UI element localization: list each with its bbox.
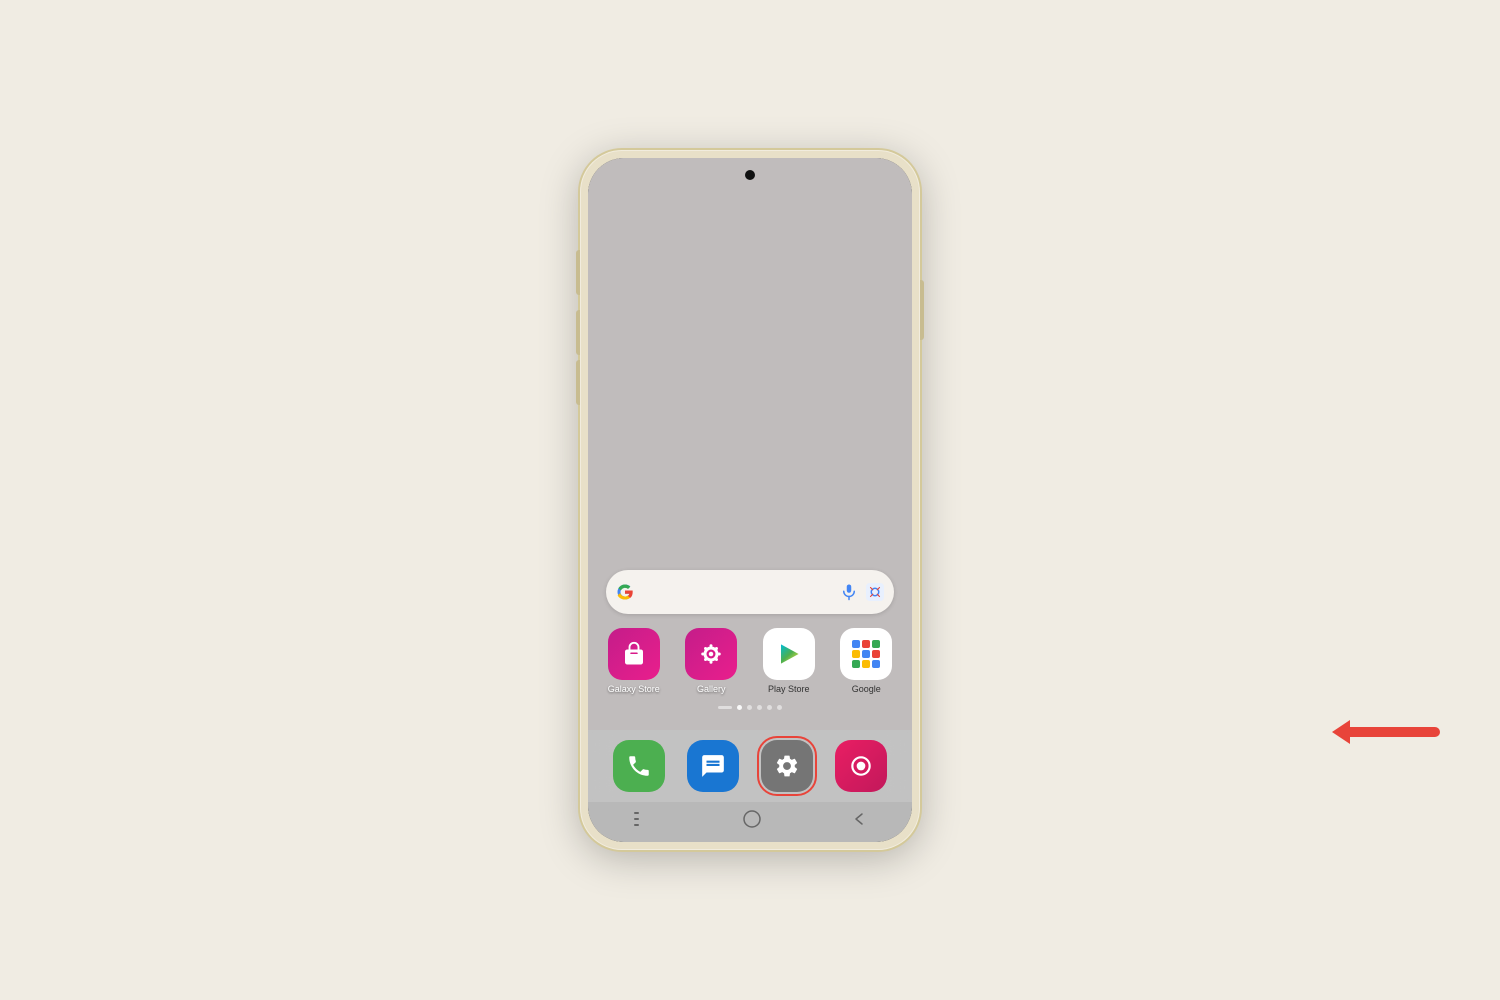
phone-screen: Galaxy Store xyxy=(588,158,912,842)
app-item-gallery[interactable]: Gallery xyxy=(676,628,748,695)
search-bar-icons xyxy=(840,583,884,601)
page-indicator-line xyxy=(718,706,732,709)
google-g-logo xyxy=(616,583,634,601)
page-dot-1-active xyxy=(737,705,742,710)
play-store-label: Play Store xyxy=(768,684,810,695)
arrow-body xyxy=(1350,727,1440,737)
app-item-galaxy-store[interactable]: Galaxy Store xyxy=(598,628,670,695)
app-item-google[interactable]: Google xyxy=(831,628,903,695)
nav-home-button[interactable] xyxy=(743,810,761,828)
phone-bezel: Galaxy Store xyxy=(588,158,912,842)
google-icon xyxy=(840,628,892,680)
page-dot-2 xyxy=(747,705,752,710)
galaxy-store-icon xyxy=(608,628,660,680)
microphone-icon[interactable] xyxy=(840,583,858,601)
page-dot-5 xyxy=(777,705,782,710)
dock-screen-recorder-icon[interactable] xyxy=(835,740,887,792)
play-store-icon xyxy=(763,628,815,680)
camera-dot xyxy=(745,170,755,180)
arrow-annotation xyxy=(1332,720,1440,744)
nav-bar xyxy=(588,802,912,842)
dock-messages-icon[interactable] xyxy=(687,740,739,792)
lens-icon[interactable] xyxy=(866,583,884,601)
arrow-head xyxy=(1332,720,1350,744)
dock-phone-icon[interactable] xyxy=(613,740,665,792)
app-grid: Galaxy Store xyxy=(598,628,902,695)
galaxy-store-label: Galaxy Store xyxy=(608,684,660,695)
scene: Galaxy Store xyxy=(0,0,1500,1000)
dock xyxy=(588,730,912,802)
page-dot-3 xyxy=(757,705,762,710)
dock-settings-icon[interactable] xyxy=(761,740,813,792)
nav-back-button[interactable] xyxy=(852,812,866,826)
phone-shell: Galaxy Store xyxy=(580,150,920,850)
google-label: Google xyxy=(852,684,881,695)
wallpaper: Galaxy Store xyxy=(588,158,912,730)
app-item-play-store[interactable]: Play Store xyxy=(753,628,825,695)
page-indicators xyxy=(588,705,912,710)
nav-recent-button[interactable] xyxy=(634,812,652,826)
google-search-bar[interactable] xyxy=(606,570,894,614)
page-dot-4 xyxy=(767,705,772,710)
gallery-label: Gallery xyxy=(697,684,726,695)
gallery-icon xyxy=(685,628,737,680)
